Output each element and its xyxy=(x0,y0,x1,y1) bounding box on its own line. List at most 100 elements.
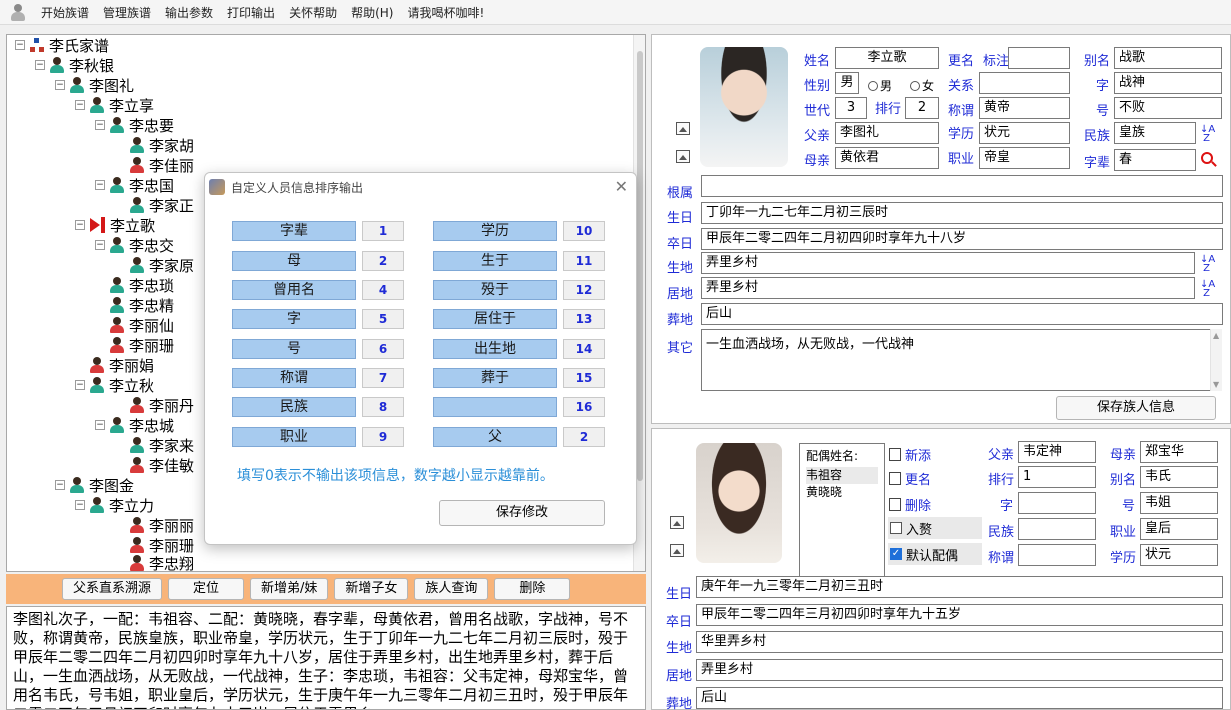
tree-node[interactable]: 李丽娟 xyxy=(75,355,154,375)
rename-label[interactable]: 更名 xyxy=(948,50,974,69)
collapse-icon[interactable]: − xyxy=(95,180,105,190)
sort-item-order[interactable]: 15 xyxy=(563,368,605,388)
sort-item-order[interactable]: 8 xyxy=(362,397,404,417)
rename-spouse-button[interactable]: 更名 xyxy=(889,469,931,488)
sort-item-order[interactable]: 4 xyxy=(362,280,404,300)
add-child-button[interactable]: 新增子女 xyxy=(334,578,409,600)
spouse-list[interactable]: 配偶姓名: 韦祖容 黄晓晓 xyxy=(799,443,885,595)
tree-node[interactable]: 李忠精 xyxy=(95,295,174,315)
menu-output-params[interactable]: 输出参数 xyxy=(158,4,220,21)
spouse-death-field[interactable]: 甲辰年二零二四年三月初四卯时享年九十五岁 xyxy=(696,604,1223,626)
list-item[interactable]: 韦祖容 xyxy=(806,467,878,484)
dialog-titlebar[interactable]: 自定义人员信息排序输出 xyxy=(205,173,636,201)
search-icon[interactable] xyxy=(1201,152,1213,164)
sort-item-order[interactable]: 9 xyxy=(362,427,404,447)
education-field[interactable]: 状元 xyxy=(979,122,1070,144)
spouse-zi-field[interactable] xyxy=(1018,492,1096,514)
sort-item-order[interactable]: 10 xyxy=(563,221,605,241)
sort-item-order[interactable]: 1 xyxy=(362,221,404,241)
burial-field[interactable]: 后山 xyxy=(701,303,1223,325)
menu-coffee[interactable]: 请我喝杯咖啡! xyxy=(400,4,491,21)
locate-button[interactable]: 定位 xyxy=(168,578,245,600)
spouse-hao-field[interactable]: 韦姐 xyxy=(1140,492,1218,514)
list-item[interactable]: 黄晓晓 xyxy=(806,484,878,501)
sort-item-order[interactable]: 13 xyxy=(563,309,605,329)
tree-node[interactable]: 李家正 xyxy=(115,195,194,215)
collapse-icon[interactable]: − xyxy=(55,480,65,490)
menu-manage[interactable]: 管理族谱 xyxy=(96,4,158,21)
spouse-ethnic-field[interactable] xyxy=(1018,518,1096,540)
default-spouse-checkbox[interactable]: ✓ 默认配偶 xyxy=(888,543,982,565)
sort-item-order[interactable]: 6 xyxy=(362,339,404,359)
collapse-icon[interactable]: − xyxy=(75,220,85,230)
death-field[interactable]: 甲辰年二零二四年二月初四卯时享年九十八岁 xyxy=(701,228,1223,250)
female-radio[interactable]: 女 xyxy=(910,77,934,94)
male-radio[interactable]: 男 xyxy=(868,77,892,94)
tree-node[interactable]: 李丽丽 xyxy=(115,515,194,535)
tree-node[interactable]: 李佳敏 xyxy=(115,455,194,475)
close-icon[interactable]: ✕ xyxy=(615,177,628,196)
menu-care-help[interactable]: 关怀帮助 xyxy=(282,4,344,21)
tree-node[interactable]: 李佳丽 xyxy=(115,155,194,175)
sort-icon[interactable]: ↓A Z xyxy=(1200,255,1215,274)
spouse-father-field[interactable]: 韦定神 xyxy=(1018,441,1096,463)
collapse-icon[interactable]: − xyxy=(55,80,65,90)
collapse-icon[interactable]: − xyxy=(15,40,25,50)
alias-field[interactable]: 战歌 xyxy=(1114,47,1222,69)
tree-node[interactable]: − 李忠国 xyxy=(95,175,174,195)
tree-node[interactable]: 李丽珊 xyxy=(95,335,174,355)
spouse-alias-field[interactable]: 韦氏 xyxy=(1140,466,1218,488)
save-person-button[interactable]: 保存族人信息 xyxy=(1056,396,1216,420)
mark-field[interactable] xyxy=(1008,47,1070,69)
tree-node[interactable]: − 李忠要 xyxy=(95,115,174,135)
tree-node[interactable]: − 李图礼 xyxy=(55,75,134,95)
mother-field[interactable]: 黄依君 xyxy=(835,147,939,169)
tree-node[interactable]: − 李氏家谱 xyxy=(15,35,109,55)
menu-start[interactable]: 开始族谱 xyxy=(34,4,96,21)
collapse-icon[interactable]: − xyxy=(95,120,105,130)
birth-field[interactable]: 丁卯年一九二七年二月初三辰时 xyxy=(701,202,1223,224)
tree-node-selected[interactable]: − 李立歌 xyxy=(75,215,155,235)
sort-item-order[interactable]: 2 xyxy=(362,251,404,271)
delete-spouse-button[interactable]: 删除 xyxy=(889,495,931,514)
save-changes-button[interactable]: 保存修改 xyxy=(439,500,605,526)
add-sibling-button[interactable]: 新增弟/妹 xyxy=(250,578,329,600)
member-search-button[interactable]: 族人查询 xyxy=(414,578,489,600)
menu-help[interactable]: 帮助(H) xyxy=(344,4,400,21)
root-field[interactable] xyxy=(701,175,1223,197)
birthplace-field[interactable]: 弄里乡村 xyxy=(701,252,1195,274)
spouse-title-field[interactable] xyxy=(1018,544,1096,566)
spouse-burial-field[interactable]: 后山 xyxy=(696,687,1223,709)
sort-item-order[interactable]: 2 xyxy=(563,427,605,447)
tree-node[interactable]: − 李忠城 xyxy=(95,415,174,435)
zi-field[interactable]: 战神 xyxy=(1114,72,1222,94)
image-icon[interactable] xyxy=(670,516,684,529)
collapse-icon[interactable]: − xyxy=(35,60,45,70)
add-spouse-button[interactable]: 新添 xyxy=(889,445,931,464)
tree-node[interactable]: − 李秋银 xyxy=(35,55,114,75)
edit-image-icon[interactable] xyxy=(676,150,690,163)
tree-node[interactable]: 李忠琐 xyxy=(95,275,174,295)
hao-field[interactable]: 不败 xyxy=(1114,97,1222,119)
collapse-icon[interactable]: − xyxy=(95,240,105,250)
collapse-icon[interactable]: − xyxy=(95,420,105,430)
genealogy-summary[interactable]: 李图礼次子，一配：韦祖容、二配：黄晓晓，春字辈，母黄依君，曾用名战歌，字战神，号… xyxy=(6,606,646,710)
menu-print[interactable]: 打印输出 xyxy=(220,4,282,21)
trace-lineage-button[interactable]: 父系直系溯源 xyxy=(62,578,163,600)
tree-node[interactable]: 李丽丹 xyxy=(115,395,194,415)
collapse-icon[interactable]: − xyxy=(75,380,85,390)
tree-node[interactable]: 李丽仙 xyxy=(95,315,174,335)
name-field[interactable]: 李立歌 xyxy=(835,47,939,69)
father-field[interactable]: 李图礼 xyxy=(835,122,939,144)
generation-field[interactable]: 3 xyxy=(835,97,867,119)
spouse-job-field[interactable]: 皇后 xyxy=(1140,518,1218,540)
sort-icon[interactable]: ↓A Z xyxy=(1200,125,1215,144)
sort-item-order[interactable]: 16 xyxy=(563,397,605,417)
spouse-photo[interactable] xyxy=(696,443,782,563)
sort-item-order[interactable]: 14 xyxy=(563,339,605,359)
spouse-education-field[interactable]: 状元 xyxy=(1140,544,1218,566)
scrollbar-thumb[interactable] xyxy=(637,51,643,481)
image-icon[interactable] xyxy=(676,122,690,135)
spouse-residence-field[interactable]: 弄里乡村 xyxy=(696,659,1223,681)
sort-item-order[interactable]: 7 xyxy=(362,368,404,388)
